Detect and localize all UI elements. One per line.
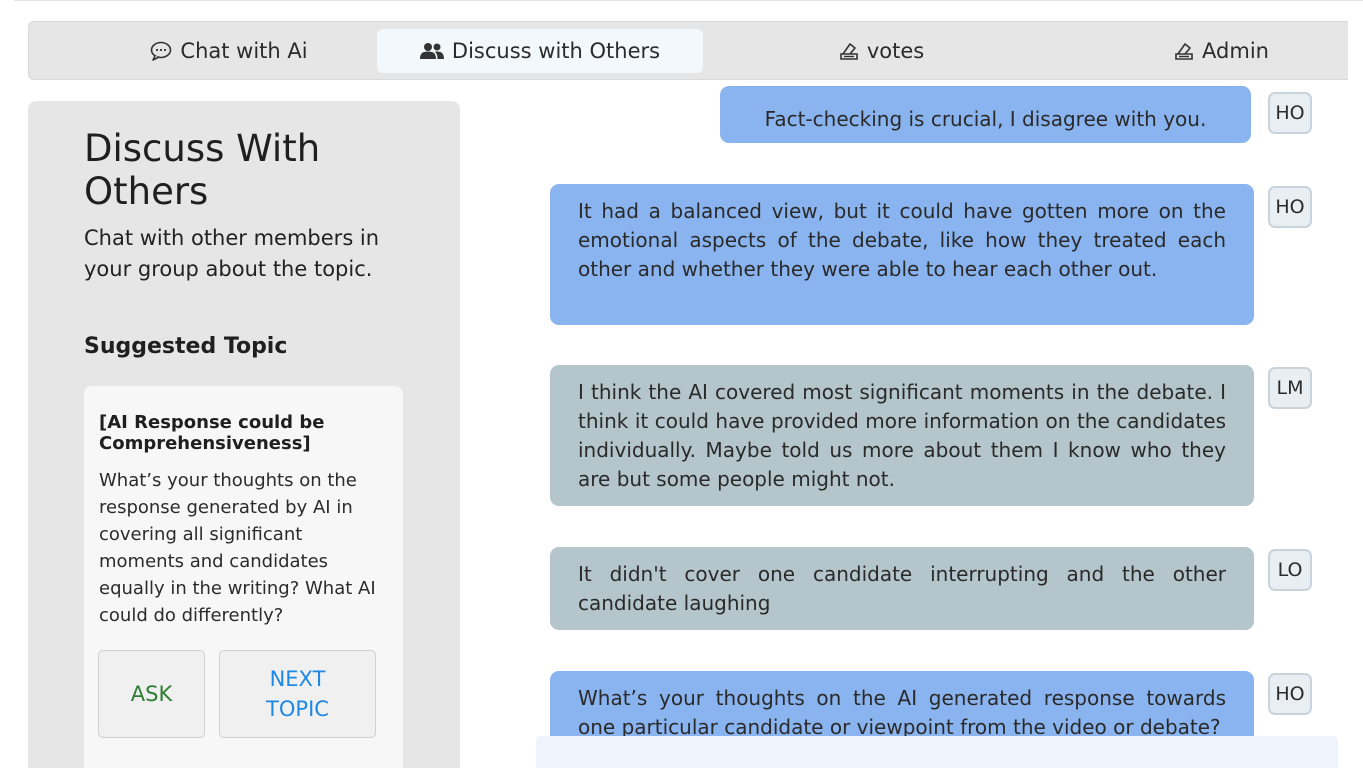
- author-avatar: HO: [1268, 92, 1312, 134]
- tab-votes[interactable]: votes: [759, 29, 1004, 73]
- tab-admin[interactable]: Admin: [1099, 29, 1344, 73]
- tab-label: Chat with Ai: [180, 39, 308, 63]
- page-title: Discuss With Others: [84, 127, 321, 213]
- ballot-box-icon: [1174, 41, 1194, 61]
- tab-label: votes: [866, 39, 925, 63]
- author-avatar: LO: [1268, 549, 1312, 591]
- message-bubble: Fact-checking is crucial, I disagree wit…: [720, 86, 1251, 143]
- users-icon: [419, 42, 444, 60]
- suggested-topic-heading: Suggested Topic: [84, 334, 288, 359]
- author-avatar: HO: [1268, 186, 1312, 228]
- message-input-area[interactable]: [536, 736, 1338, 768]
- chat-message-list[interactable]: Fact-checking is crucial, I disagree wit…: [470, 80, 1363, 768]
- topic-title: [AI Response could be Comprehensiveness]: [99, 412, 325, 454]
- next-topic-button[interactable]: NEXT TOPIC: [219, 650, 376, 738]
- message-bubble: It had a balanced view, but it could hav…: [550, 184, 1254, 325]
- tab-label: Admin: [1202, 39, 1269, 63]
- suggested-topic-card: [AI Response could be Comprehensiveness]…: [84, 386, 403, 768]
- tab-discuss-with-others[interactable]: Discuss with Others: [377, 29, 703, 73]
- topic-body: What’s your thoughts on the response gen…: [99, 470, 376, 626]
- page-description: Chat with other members in your group ab…: [84, 226, 380, 281]
- message-bubble: It didn't cover one candidate interrupti…: [550, 547, 1254, 630]
- author-avatar: HO: [1268, 673, 1312, 715]
- tab-chat-with-ai[interactable]: Chat with Ai: [89, 29, 369, 73]
- ballot-box-icon: [839, 41, 859, 61]
- author-avatar: LM: [1268, 367, 1312, 409]
- message-bubble: I think the AI covered most significant …: [550, 365, 1254, 506]
- top-divider: [14, 0, 1363, 1]
- chat-bubble-icon: [150, 41, 172, 61]
- ask-button[interactable]: ASK: [98, 650, 205, 738]
- discussion-sidebar: Discuss With Others Chat with other memb…: [28, 101, 460, 768]
- tab-bar: Chat with Ai Discuss with Others votes A…: [28, 21, 1348, 80]
- tab-label: Discuss with Others: [451, 39, 661, 63]
